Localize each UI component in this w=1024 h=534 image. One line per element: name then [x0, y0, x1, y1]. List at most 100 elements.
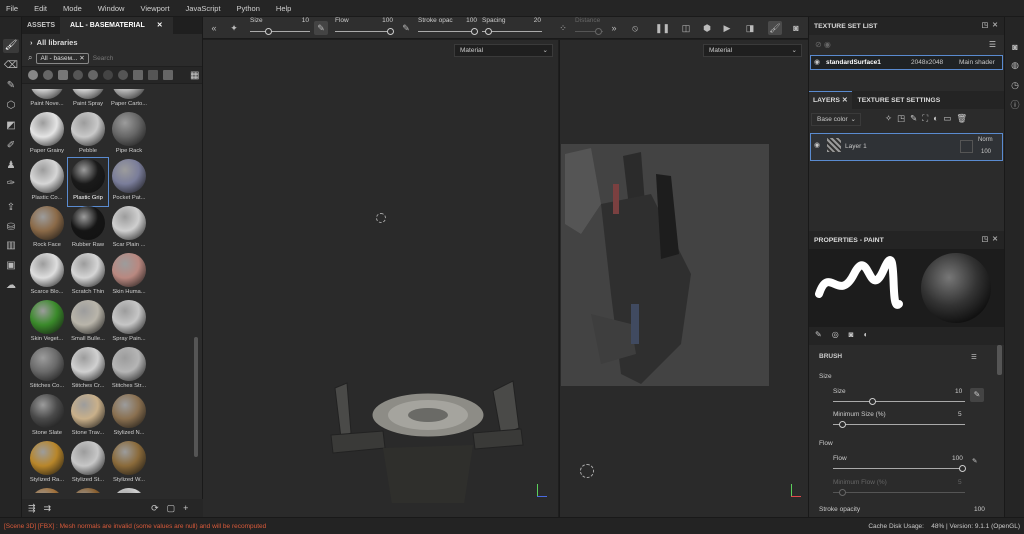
eraser-icon[interactable]: ⌫: [3, 59, 19, 73]
add-icon[interactable]: +: [183, 503, 188, 513]
menu-file[interactable]: File: [0, 0, 26, 17]
asset-item[interactable]: Plastic Co...: [28, 159, 66, 205]
menu-edit[interactable]: Edit: [26, 0, 55, 17]
distance-slider[interactable]: [595, 28, 602, 35]
settings-menu-icon[interactable]: ☰: [989, 40, 996, 49]
asset-item[interactable]: Skin Veget...: [28, 300, 66, 346]
stamp-icon[interactable]: ♟: [3, 159, 19, 173]
history-icon[interactable]: ◷: [1009, 79, 1021, 91]
material-filter-icon[interactable]: [28, 70, 38, 80]
layer-eye-icon[interactable]: ◉: [814, 141, 820, 149]
close-icon[interactable]: ✕: [152, 22, 168, 29]
filter-chip[interactable]: All - baseм... ✕: [36, 52, 89, 64]
import-icon[interactable]: ⇶: [28, 503, 36, 514]
pause-icon[interactable]: ❚❚: [655, 21, 670, 35]
expand-icon[interactable]: »: [607, 21, 621, 35]
layer-row[interactable]: ◉ Layer 1 Norm 100: [810, 133, 1003, 161]
grid-view-icon[interactable]: ▦: [190, 70, 199, 81]
refresh-icon[interactable]: ⟳: [151, 503, 159, 514]
panel-controls-icon[interactable]: ◳ ✕: [982, 235, 998, 243]
properties-scrollbar[interactable]: [997, 345, 1002, 375]
collapse-icon[interactable]: «: [207, 21, 221, 35]
asset-item[interactable]: Pebble: [69, 112, 107, 158]
video-camera-icon[interactable]: ▶: [720, 21, 734, 35]
color-picker-icon[interactable]: ✑: [3, 177, 19, 191]
eye-icon[interactable]: ◉: [814, 58, 820, 66]
asset-item[interactable]: Scar Plain ...: [110, 206, 148, 252]
search-input[interactable]: Search: [93, 55, 114, 62]
menu-mode[interactable]: Mode: [55, 0, 90, 17]
panel-controls-icon[interactable]: ◳ ✕: [982, 21, 998, 29]
alpha-filter-icon[interactable]: [163, 70, 173, 80]
brush-menu-icon[interactable]: ☰: [971, 353, 977, 361]
3d-view-icon[interactable]: ⬢: [700, 21, 714, 35]
bake-icon[interactable]: ⛁: [3, 221, 19, 235]
trash-tool-icon[interactable]: ▥: [3, 239, 19, 253]
texture-set-panel-icon[interactable]: ◙: [1009, 41, 1021, 53]
asset-item[interactable]: Stylized W...: [110, 441, 148, 487]
asset-item[interactable]: Plastic Grip: [67, 157, 109, 207]
asset-item[interactable]: Stone Trav...: [69, 394, 107, 440]
viewport-3d[interactable]: Material ⌄: [203, 40, 558, 517]
asset-item[interactable]: Paper Carto...: [110, 89, 148, 111]
display-settings-icon[interactable]: ◨: [743, 21, 757, 35]
layer-mask-slot[interactable]: [960, 140, 973, 153]
asset-item[interactable]: Paint Nove...: [28, 89, 66, 111]
menu-help[interactable]: Help: [268, 0, 299, 17]
environment-filter-icon[interactable]: [148, 70, 158, 80]
asset-item[interactable]: Stitches Cr...: [69, 347, 107, 393]
camera-mode-icon[interactable]: ◫: [679, 21, 693, 35]
layer-blend-mode[interactable]: Norm: [978, 137, 993, 143]
symmetry-icon[interactable]: ✦: [227, 21, 241, 35]
flow-pen-pressure-icon[interactable]: ✎: [399, 21, 413, 35]
asset-item[interactable]: Rock Face: [28, 206, 66, 252]
tab-layers[interactable]: LAYERS ✕: [809, 90, 852, 110]
viewport-2d[interactable]: Material ⌄: [559, 40, 808, 517]
menu-viewport[interactable]: Viewport: [132, 0, 177, 17]
size-slider[interactable]: [265, 28, 272, 35]
asset-item[interactable]: Stylized Ra...: [28, 441, 66, 487]
prop-size-slider[interactable]: [869, 398, 876, 405]
viewport-2d-mode-select[interactable]: Material ⌄: [703, 44, 802, 57]
lazy-mouse-icon[interactable]: ⁘: [556, 21, 570, 35]
asset-item[interactable]: Scratch Thin: [69, 253, 107, 299]
spacing-slider[interactable]: [485, 28, 492, 35]
menu-python[interactable]: Python: [229, 0, 268, 17]
particle-filter-icon[interactable]: [118, 70, 128, 80]
channel-select[interactable]: Base color ⌄: [811, 113, 861, 126]
assets-scrollbar[interactable]: [194, 337, 198, 457]
asset-item[interactable]: Paper Grainy: [28, 112, 66, 158]
menu-window[interactable]: Window: [90, 0, 133, 17]
asset-item[interactable]: Small Bulle...: [69, 300, 107, 346]
hide-ui-icon[interactable]: ⦸: [628, 21, 642, 35]
asset-item[interactable]: Pipe Rack: [110, 112, 148, 158]
asset-item[interactable]: Stone Slate: [28, 394, 66, 440]
min-flow-slider[interactable]: [839, 489, 846, 496]
size-pen-pressure-icon[interactable]: ✎: [314, 21, 328, 35]
generator-filter-icon[interactable]: [88, 70, 98, 80]
asset-item[interactable]: [69, 488, 107, 493]
asset-item[interactable]: Skin Huma...: [110, 253, 148, 299]
viewport-3d-mode-select[interactable]: Material ⌄: [454, 44, 553, 57]
tab-all-basematerial[interactable]: ALL - BASEMATERIAL ✕: [60, 17, 173, 34]
paint-brush-icon[interactable]: 🖌: [3, 39, 19, 53]
filter-filter-icon[interactable]: [73, 70, 83, 80]
asset-item[interactable]: Stylized St...: [69, 441, 107, 487]
smart-material-filter-icon[interactable]: [43, 70, 53, 80]
flow-pressure-icon[interactable]: ✎: [972, 457, 977, 465]
asset-item[interactable]: Stitches Co...: [28, 347, 66, 393]
projection-icon[interactable]: ✎: [3, 79, 19, 93]
pen-pressure-icon[interactable]: ✎: [970, 388, 984, 402]
sort-icon[interactable]: ⇉: [44, 503, 52, 514]
layer-action-icons[interactable]: ✧◳✎⛶◐▭🗑: [885, 113, 972, 124]
stroke-opacity-slider[interactable]: [471, 28, 478, 35]
asset-item[interactable]: Stylized N...: [110, 394, 148, 440]
asset-item[interactable]: Stitches Str...: [110, 347, 148, 393]
polygon-fill-icon[interactable]: ⬡: [3, 99, 19, 113]
new-folder-icon[interactable]: ▢: [167, 503, 176, 514]
smudge-icon[interactable]: ◩: [3, 119, 19, 133]
asset-item[interactable]: Paint Spray: [69, 89, 107, 111]
clone-icon[interactable]: ✐: [3, 139, 19, 153]
mask-filter-icon[interactable]: [58, 70, 68, 80]
tab-assets[interactable]: ASSETS: [22, 22, 60, 29]
